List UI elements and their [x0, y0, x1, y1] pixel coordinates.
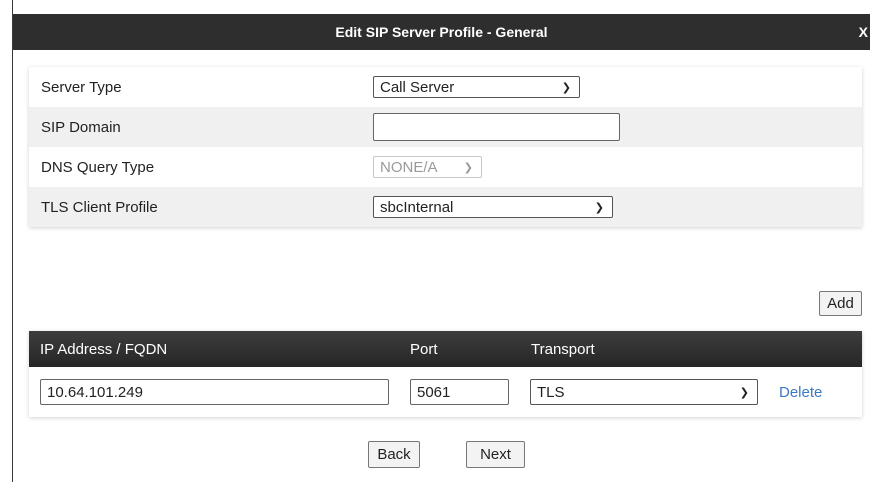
- transport-select[interactable]: TLS ❯: [530, 379, 758, 405]
- transport-value: TLS: [537, 383, 565, 401]
- chevron-down-icon: ❯: [463, 161, 473, 174]
- column-header-ip-address: IP Address / FQDN: [40, 341, 168, 358]
- table-row: 10.64.101.249 5061 TLS ❯ Delete: [29, 367, 862, 417]
- tls-client-profile-select[interactable]: sbcInternal ❯: [373, 196, 613, 218]
- column-header-transport: Transport: [531, 341, 595, 358]
- sip-domain-row: SIP Domain: [29, 107, 862, 147]
- next-button[interactable]: Next: [466, 441, 525, 468]
- close-button[interactable]: X: [859, 14, 868, 50]
- server-type-select[interactable]: Call Server ❯: [373, 76, 580, 98]
- port-value: 5061: [417, 383, 451, 401]
- chevron-down-icon: ❯: [739, 386, 749, 399]
- add-button[interactable]: Add: [819, 291, 862, 316]
- chevron-down-icon: ❯: [561, 81, 571, 94]
- server-type-row: Server Type Call Server ❯: [29, 67, 862, 107]
- dialog-title: Edit SIP Server Profile - General: [335, 24, 548, 40]
- general-settings-section: Server Type Call Server ❯ SIP Domain DNS…: [29, 67, 862, 227]
- ip-address-value: 10.64.101.249: [47, 383, 143, 401]
- server-type-value: Call Server: [380, 78, 455, 96]
- delete-link[interactable]: Delete: [779, 384, 822, 401]
- port-input[interactable]: 5061: [410, 379, 509, 405]
- dns-query-type-label: DNS Query Type: [41, 158, 155, 176]
- dns-query-type-row: DNS Query Type NONE/A ❯: [29, 147, 862, 187]
- column-header-port: Port: [410, 341, 438, 358]
- ip-address-input[interactable]: 10.64.101.249: [40, 379, 389, 405]
- window-frame-left-border: [12, 0, 13, 482]
- dns-query-type-select[interactable]: NONE/A ❯: [373, 156, 482, 178]
- tls-client-profile-row: TLS Client Profile sbcInternal ❯: [29, 187, 862, 227]
- dns-query-type-value: NONE/A: [380, 158, 438, 176]
- server-address-table: IP Address / FQDN Port Transport 10.64.1…: [29, 331, 862, 417]
- chevron-down-icon: ❯: [594, 201, 604, 214]
- sip-domain-label: SIP Domain: [41, 118, 121, 136]
- table-header-row: IP Address / FQDN Port Transport: [29, 331, 862, 367]
- server-type-label: Server Type: [41, 78, 122, 96]
- sip-domain-input[interactable]: [373, 113, 620, 141]
- tls-client-profile-label: TLS Client Profile: [41, 198, 158, 216]
- tls-client-profile-value: sbcInternal: [380, 198, 454, 216]
- dialog-titlebar: Edit SIP Server Profile - General X: [13, 14, 870, 50]
- back-button[interactable]: Back: [368, 441, 420, 468]
